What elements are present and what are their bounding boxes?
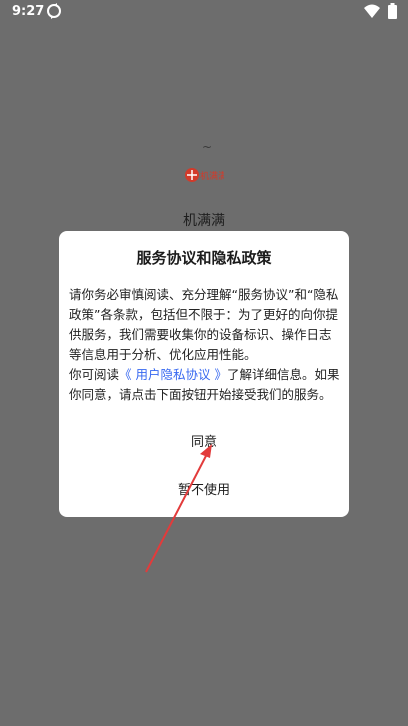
app-logo: 机满满: [185, 168, 224, 182]
dialog-body-paragraph-1: 请你务必审慎阅读、充分理解“服务协议”和“隐私政策”各条款，包括但不限于：为了更…: [69, 287, 339, 362]
dialog-body-prefix: 你可阅读: [69, 367, 120, 382]
dialog-body-paragraph-2: 你可阅读《 用户隐私协议 》了解详细信息。如果你同意，请点击下面按钮开始接受我们…: [69, 365, 343, 405]
dialog-title: 服务协议和隐私政策: [136, 249, 272, 267]
splash-app-name: 机满满: [183, 213, 225, 229]
agree-button[interactable]: 同意: [59, 431, 349, 450]
sync-icon: [47, 3, 61, 19]
privacy-dialog: 服务协议和隐私政策 请你务必审慎阅读、充分理解“服务协议”和“隐私政策”各条款，…: [59, 231, 349, 517]
decline-button[interactable]: 暂不使用: [59, 479, 349, 498]
privacy-policy-link[interactable]: 《 用户隐私协议 》: [119, 367, 227, 382]
wifi-icon: [364, 4, 380, 18]
battery-icon: [388, 3, 397, 19]
dialog-body: 请你务必审慎阅读、充分理解“服务协议”和“隐私政策”各条款，包括但不限于：为了更…: [69, 285, 343, 405]
splash-tilde: ~: [202, 140, 213, 154]
status-bar: 9:27: [0, 0, 408, 24]
status-time: 9:27: [12, 4, 45, 19]
app-logo-text: 机满满: [200, 170, 224, 182]
